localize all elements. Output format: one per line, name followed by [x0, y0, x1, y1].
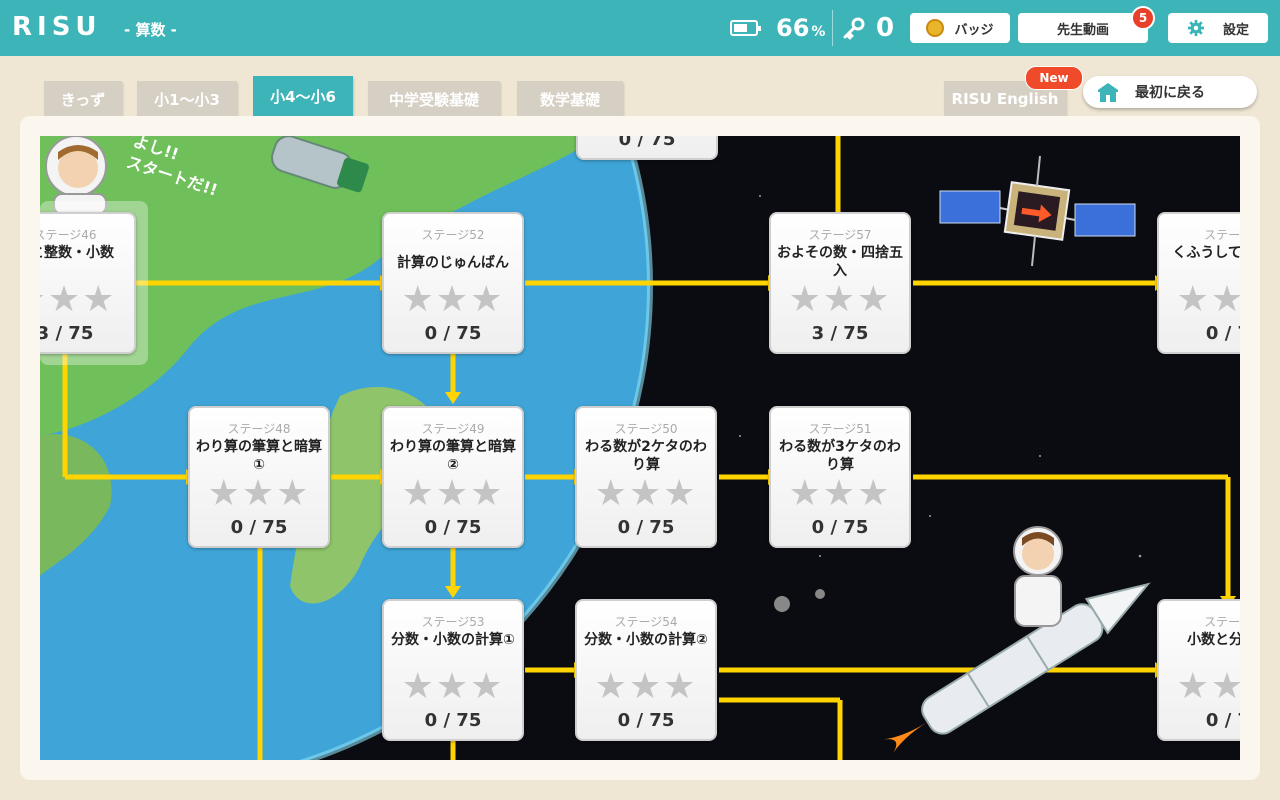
stage-title: 分数・小数の計算① [391, 632, 515, 648]
stage-card-top[interactable]: 0 / 75 [576, 136, 718, 160]
stage-number: ステージ57 [808, 228, 872, 242]
gear-icon [1187, 19, 1205, 37]
stage-map[interactable]: よし!! スタートだ!! ステージ46 兆と整数・小数 ★★★ 3 / 75 0… [40, 136, 1240, 760]
teacher-video-button[interactable]: 先生動画 [1018, 13, 1148, 43]
stage-number: ステージ [1204, 228, 1240, 242]
stage-card-49[interactable]: ステージ49 わり算の筆算と暗算② ★★★ 0 / 75 [382, 406, 524, 548]
new-badge: New [1025, 66, 1083, 90]
stage-stars: ★★★ [401, 279, 505, 320]
header-divider [832, 10, 833, 46]
stage-stars: ★★★ [788, 473, 892, 514]
stage-title: わる数が2ケタのわり算 [585, 439, 707, 473]
stage-number: ステージ46 [40, 228, 97, 242]
stage-stars: ★★★ [594, 473, 698, 514]
stage-card-48[interactable]: ステージ48 わり算の筆算と暗算① ★★★ 0 / 75 [188, 406, 330, 548]
tab-grade4-6[interactable]: 小4〜小6 [253, 76, 353, 117]
stage-card-51[interactable]: ステージ51 わる数が3ケタのわり算 ★★★ 0 / 75 [769, 406, 911, 548]
subject-title: - 算数 - [124, 21, 177, 39]
stage-card-50[interactable]: ステージ50 わる数が2ケタのわり算 ★★★ 0 / 75 [575, 406, 717, 548]
stage-stars: ★★★ [1176, 279, 1240, 320]
battery-icon [730, 20, 761, 36]
badge-label: バッジ [954, 22, 994, 38]
stage-number: ステージ53 [421, 615, 485, 629]
video-notification-badge: 5 [1131, 6, 1155, 30]
house-icon [1098, 83, 1118, 102]
stage-stars: ★★★ [401, 473, 505, 514]
stage-stars: ★★★ [1176, 666, 1240, 707]
stage-stars: ★★★ [207, 473, 311, 514]
key-icon [843, 17, 865, 40]
battery-level: 66% [776, 14, 826, 42]
back-to-start-button[interactable]: 最初に戻る [1083, 76, 1257, 108]
stage-score: 3 / 75 [811, 323, 869, 344]
stage-title: 兆と整数・小数 [40, 245, 114, 261]
stage-card-54[interactable]: ステージ54 分数・小数の計算② ★★★ 0 / 75 [575, 599, 717, 741]
tab-entrance-exam[interactable]: 中学受験基礎 [368, 81, 500, 117]
stage-title: くふうしてをとこ [1172, 245, 1240, 261]
stage-score: 0 / 7 [1205, 323, 1240, 344]
back-to-start-label: 最初に戻る [1135, 85, 1205, 101]
risu-logo: RISU [12, 12, 102, 42]
stage-score: 0 / 75 [618, 136, 676, 150]
astronaut-rider-illustration [1013, 526, 1063, 627]
stage-number: ステージ49 [421, 422, 485, 436]
stage-card-53[interactable]: ステージ53 分数・小数の計算① ★★★ 0 / 75 [382, 599, 524, 741]
settings-label: 設定 [1222, 22, 1249, 38]
stage-title: 計算のじゅんばん [397, 255, 509, 271]
stage-score: 0 / 75 [811, 517, 869, 538]
stage-title: 分数・小数の計算② [584, 632, 708, 648]
stage-score: 0 / 75 [617, 517, 675, 538]
badge-button[interactable]: バッジ [910, 13, 1010, 43]
stage-score: 0 / 75 [424, 710, 482, 731]
stage-score: 0 / 7 [1205, 710, 1240, 731]
stage-number: ステージ50 [614, 422, 678, 436]
stage-stars: ★★★ [401, 666, 505, 707]
stage-number: ステージ48 [227, 422, 291, 436]
app-header: RISU - 算数 - 66% 0 バッジ 先生動画 5 設定 [0, 0, 1280, 56]
stage-number: ステージ54 [614, 615, 678, 629]
stage-number: ステージ [1204, 615, 1240, 629]
stage-score: 0 / 75 [230, 517, 288, 538]
stage-score: 0 / 75 [617, 710, 675, 731]
stage-card-52[interactable]: ステージ52 計算のじゅんばん ★★★ 0 / 75 [382, 212, 524, 354]
stage-score: 0 / 75 [424, 323, 482, 344]
stage-title: 小数と分数④ [1187, 632, 1240, 648]
tab-kids[interactable]: きっず [44, 81, 122, 117]
stage-title: およその数・四捨五入 [777, 245, 903, 279]
stage-number: ステージ51 [808, 422, 872, 436]
settings-button[interactable]: 設定 [1168, 13, 1268, 43]
medal-icon [926, 19, 945, 37]
stage-title: わる数が3ケタのわり算 [779, 439, 901, 473]
stage-card-57[interactable]: ステージ57 およその数・四捨五入 ★★★ 3 / 75 [769, 212, 911, 354]
tab-math-basics[interactable]: 数学基礎 [517, 81, 623, 117]
stage-score: 3 / 75 [40, 323, 94, 344]
stage-title: わり算の筆算と暗算② [390, 439, 516, 473]
key-count: 0 [876, 13, 895, 43]
teacher-video-label: 先生動画 [1056, 22, 1109, 38]
stage-stars: ★★★ [788, 279, 892, 320]
stage-card-next[interactable]: ステージ くふうしてをとこ ★★★ 0 / 7 [1157, 212, 1240, 354]
stage-card-next-row3[interactable]: ステージ 小数と分数④ ★★★ 0 / 7 [1157, 599, 1240, 741]
stage-title: わり算の筆算と暗算① [196, 439, 322, 473]
tab-grade1-3[interactable]: 小1〜小3 [137, 81, 237, 117]
stage-stars: ★★★ [594, 666, 698, 707]
stage-card-46[interactable]: ステージ46 兆と整数・小数 ★★★ 3 / 75 [40, 212, 136, 354]
stage-stars: ★★★ [40, 279, 117, 320]
stage-number: ステージ52 [421, 228, 485, 242]
stage-score: 0 / 75 [424, 517, 482, 538]
